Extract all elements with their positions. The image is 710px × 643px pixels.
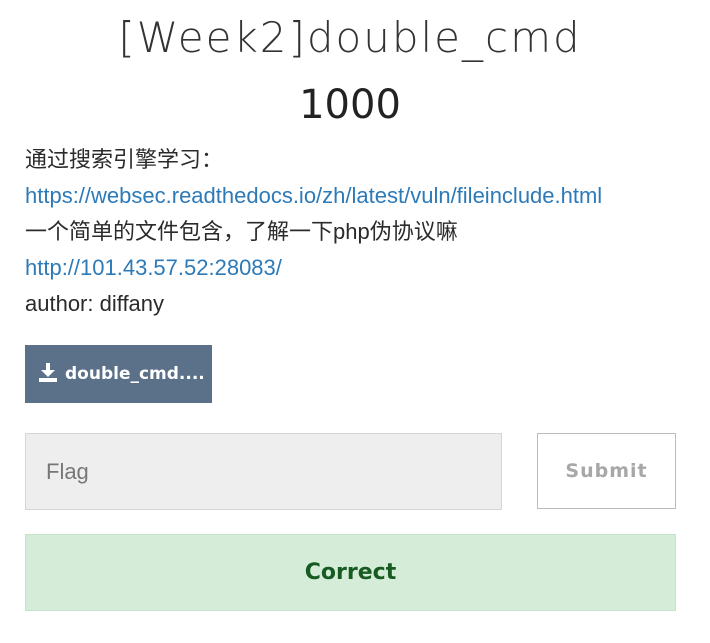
reference-link[interactable]: https://websec.readthedocs.io/zh/latest/… bbox=[25, 178, 695, 214]
download-icon bbox=[37, 361, 65, 388]
challenge-description: 通过搜索引擎学习： https://websec.readthedocs.io/… bbox=[25, 142, 695, 322]
result-message: Correct bbox=[304, 560, 397, 585]
attachment-label: double_cmd.... bbox=[65, 364, 205, 384]
description-line-2: 一个简单的文件包含，了解一下php伪协议嘛 bbox=[25, 219, 458, 244]
challenge-url-link[interactable]: http://101.43.57.52:28083/ bbox=[25, 250, 695, 286]
challenge-points: 1000 bbox=[299, 82, 401, 128]
description-line-1: 通过搜索引擎学习： bbox=[25, 147, 224, 172]
flag-input[interactable] bbox=[25, 433, 502, 510]
challenge-title: [Week2]double_cmd bbox=[118, 13, 582, 62]
attachment-download-button[interactable]: double_cmd.... bbox=[25, 345, 212, 403]
submit-button[interactable]: Submit bbox=[537, 433, 676, 509]
result-correct-banner: Correct bbox=[25, 534, 676, 611]
author-text: author: diffany bbox=[25, 291, 165, 316]
